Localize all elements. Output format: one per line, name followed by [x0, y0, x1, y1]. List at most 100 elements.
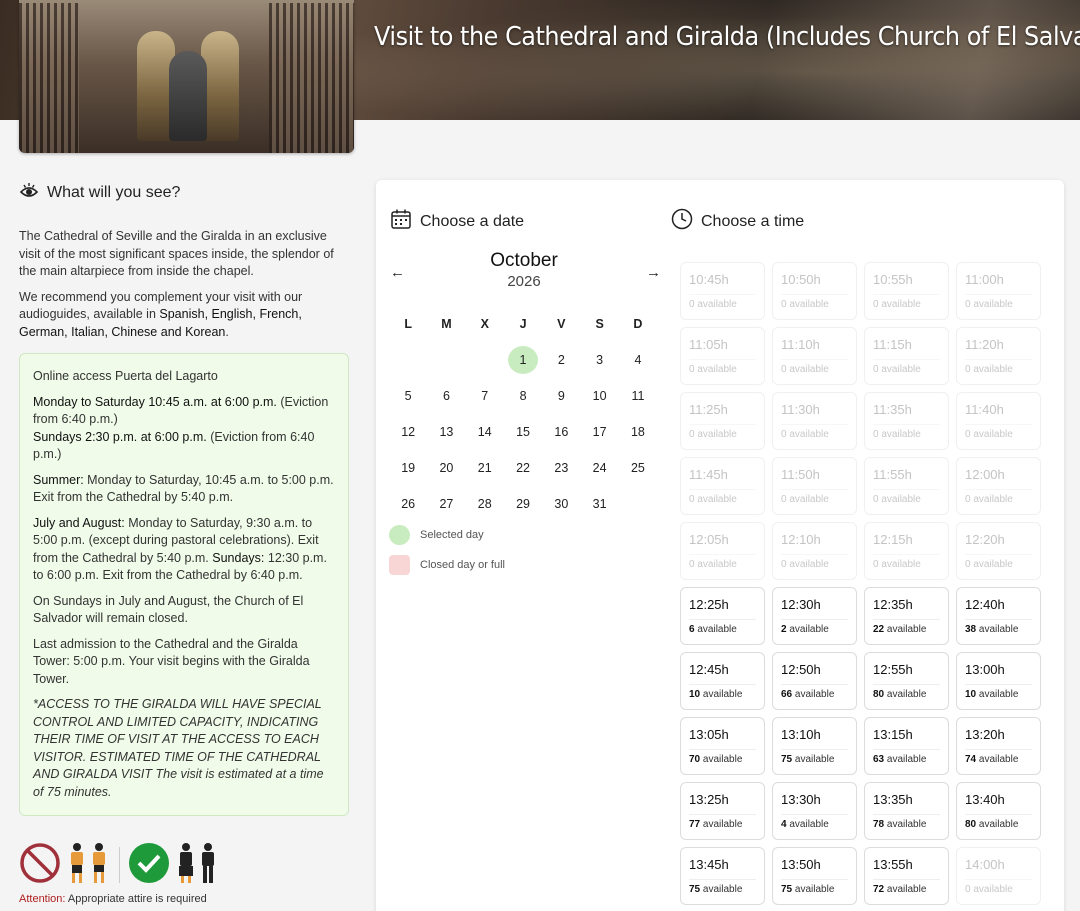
calendar-day-5[interactable]: 5: [389, 389, 427, 403]
time-slot-1255[interactable]: 12:55h 80 available: [864, 652, 949, 710]
time-slot-1330[interactable]: 13:30h 4 available: [772, 782, 857, 840]
time-slot-1200: 12:00h 0 available: [956, 457, 1041, 515]
slot-availability: 38 available: [965, 624, 1019, 635]
attire-divider: [119, 847, 120, 883]
calendar-day-15[interactable]: 15: [504, 425, 542, 439]
slot-time: 11:30h: [781, 402, 820, 417]
time-slot-1205: 12:05h 0 available: [680, 522, 765, 580]
time-slot-1320[interactable]: 13:20h 74 available: [956, 717, 1041, 775]
calendar-day-29[interactable]: 29: [504, 497, 542, 511]
calendar-day-7[interactable]: 7: [466, 389, 504, 403]
calendar-day-19[interactable]: 19: [389, 461, 427, 475]
sunday-hours: Sundays 2:30 p.m. at 6:00 p.m. (Eviction…: [33, 429, 315, 462]
time-slot-1305[interactable]: 13:05h 70 available: [680, 717, 765, 775]
slot-availability: 0 available: [781, 429, 829, 440]
calendar-day-23[interactable]: 23: [542, 461, 580, 475]
calendar-day-30[interactable]: 30: [542, 497, 580, 511]
next-month-button[interactable]: →: [646, 264, 661, 281]
legend-closed: Closed day or full: [389, 555, 505, 575]
calendar-day-24[interactable]: 24: [580, 461, 618, 475]
slot-time: 12:00h: [965, 467, 1005, 482]
calendar-day-4[interactable]: 4: [619, 353, 657, 367]
slot-time: 13:15h: [873, 727, 913, 742]
slot-availability: 0 available: [689, 299, 737, 310]
slot-time: 11:40h: [965, 402, 1004, 417]
slot-time: 12:40h: [965, 597, 1005, 612]
slot-time: 13:35h: [873, 792, 913, 807]
slot-availability: 74 available: [965, 754, 1019, 765]
calendar-day-16[interactable]: 16: [542, 425, 580, 439]
calendar-day-12[interactable]: 12: [389, 425, 427, 439]
time-slot-1240[interactable]: 12:40h 38 available: [956, 587, 1041, 645]
calendar-week-row: 5 6 7 8 9 10 11: [389, 378, 657, 414]
time-slot-1230[interactable]: 12:30h 2 available: [772, 587, 857, 645]
slot-availability: 0 available: [965, 364, 1013, 375]
slot-time: 11:35h: [873, 402, 912, 417]
giralda-capacity-note: *ACCESS TO THE GIRALDA WILL HAVE SPECIAL…: [33, 697, 324, 799]
schedule-info-box: Online access Puerta del Lagarto Monday …: [19, 353, 349, 816]
calendar-day-11[interactable]: 11: [619, 389, 657, 403]
slot-time: 12:50h: [781, 662, 821, 677]
calendar-day-3[interactable]: 3: [580, 353, 618, 367]
time-slot-1145: 11:45h 0 available: [680, 457, 765, 515]
calendar-week-row: 19 20 21 22 23 24 25: [389, 450, 657, 486]
calendar-day-25[interactable]: 25: [619, 461, 657, 475]
slot-availability: 0 available: [965, 494, 1013, 505]
time-slot-1140: 11:40h 0 available: [956, 392, 1041, 450]
slot-availability: 80 available: [873, 689, 927, 700]
time-slot-1120: 11:20h 0 available: [956, 327, 1041, 385]
calendar-day-6[interactable]: 6: [427, 389, 465, 403]
slot-time: 11:10h: [781, 337, 820, 352]
time-slot-1250[interactable]: 12:50h 66 available: [772, 652, 857, 710]
calendar-day-21[interactable]: 21: [466, 461, 504, 475]
calendar-day-8[interactable]: 8: [504, 389, 542, 403]
time-slot-1325[interactable]: 13:25h 77 available: [680, 782, 765, 840]
time-slot-1315[interactable]: 13:15h 63 available: [864, 717, 949, 775]
time-slot-1310[interactable]: 13:10h 75 available: [772, 717, 857, 775]
slot-time: 12:30h: [781, 597, 821, 612]
slot-time: 12:45h: [689, 662, 729, 677]
calendar-day-17[interactable]: 17: [580, 425, 618, 439]
time-slot-1130: 11:30h 0 available: [772, 392, 857, 450]
time-slot-1155: 11:55h 0 available: [864, 457, 949, 515]
time-slot-1300[interactable]: 13:00h 10 available: [956, 652, 1041, 710]
calendar-day-2[interactable]: 2: [542, 353, 580, 367]
calendar-grid: L M X J V S D 1 2 3 4 5 6 7 8 9 10 11 12 13 14 15 16 17 18 19 20 21…: [389, 306, 657, 522]
slot-availability: 72 available: [873, 884, 927, 895]
calendar-day-20[interactable]: 20: [427, 461, 465, 475]
prev-month-button[interactable]: ←: [390, 264, 405, 281]
calendar-day-13[interactable]: 13: [427, 425, 465, 439]
weekday-label: V: [557, 317, 566, 331]
calendar-day-10[interactable]: 10: [580, 389, 618, 403]
salvador-closed-note: On Sundays in July and August, the Churc…: [33, 593, 304, 626]
calendar-day-1[interactable]: 1: [504, 346, 542, 374]
time-slot-1220: 12:20h 0 available: [956, 522, 1041, 580]
time-slot-1335[interactable]: 13:35h 78 available: [864, 782, 949, 840]
slot-availability: 10 available: [965, 689, 1019, 700]
calendar-legend: Selected day Closed day or full: [389, 525, 505, 585]
time-slot-1345[interactable]: 13:45h 75 available: [680, 847, 765, 905]
time-slot-1355[interactable]: 13:55h 72 available: [864, 847, 949, 905]
calendar-day-27[interactable]: 27: [427, 497, 465, 511]
time-slot-1340[interactable]: 13:40h 80 available: [956, 782, 1041, 840]
time-slot-1055: 10:55h 0 available: [864, 262, 949, 320]
slot-availability: 75 available: [781, 754, 835, 765]
weekday-hours: Monday to Saturday 10:45 a.m. at 6:00 p.…: [33, 394, 329, 427]
time-slot-1225[interactable]: 12:25h 6 available: [680, 587, 765, 645]
calendar-day-22[interactable]: 22: [504, 461, 542, 475]
description-column: What will you see? The Cathedral of Sevi…: [19, 180, 349, 816]
last-admission-note: Last admission to the Cathedral and the …: [33, 636, 310, 686]
slot-time: 11:05h: [689, 337, 728, 352]
calendar-day-31[interactable]: 31: [580, 497, 618, 511]
time-slot-1350[interactable]: 13:50h 75 available: [772, 847, 857, 905]
slot-time: 13:20h: [965, 727, 1005, 742]
calendar-day-28[interactable]: 28: [466, 497, 504, 511]
calendar-day-14[interactable]: 14: [466, 425, 504, 439]
slot-availability: 0 available: [689, 364, 737, 375]
calendar-day-9[interactable]: 9: [542, 389, 580, 403]
calendar-day-18[interactable]: 18: [619, 425, 657, 439]
slot-time: 14:00h: [965, 857, 1005, 872]
time-slot-1235[interactable]: 12:35h 22 available: [864, 587, 949, 645]
calendar-day-26[interactable]: 26: [389, 497, 427, 511]
time-slot-1245[interactable]: 12:45h 10 available: [680, 652, 765, 710]
